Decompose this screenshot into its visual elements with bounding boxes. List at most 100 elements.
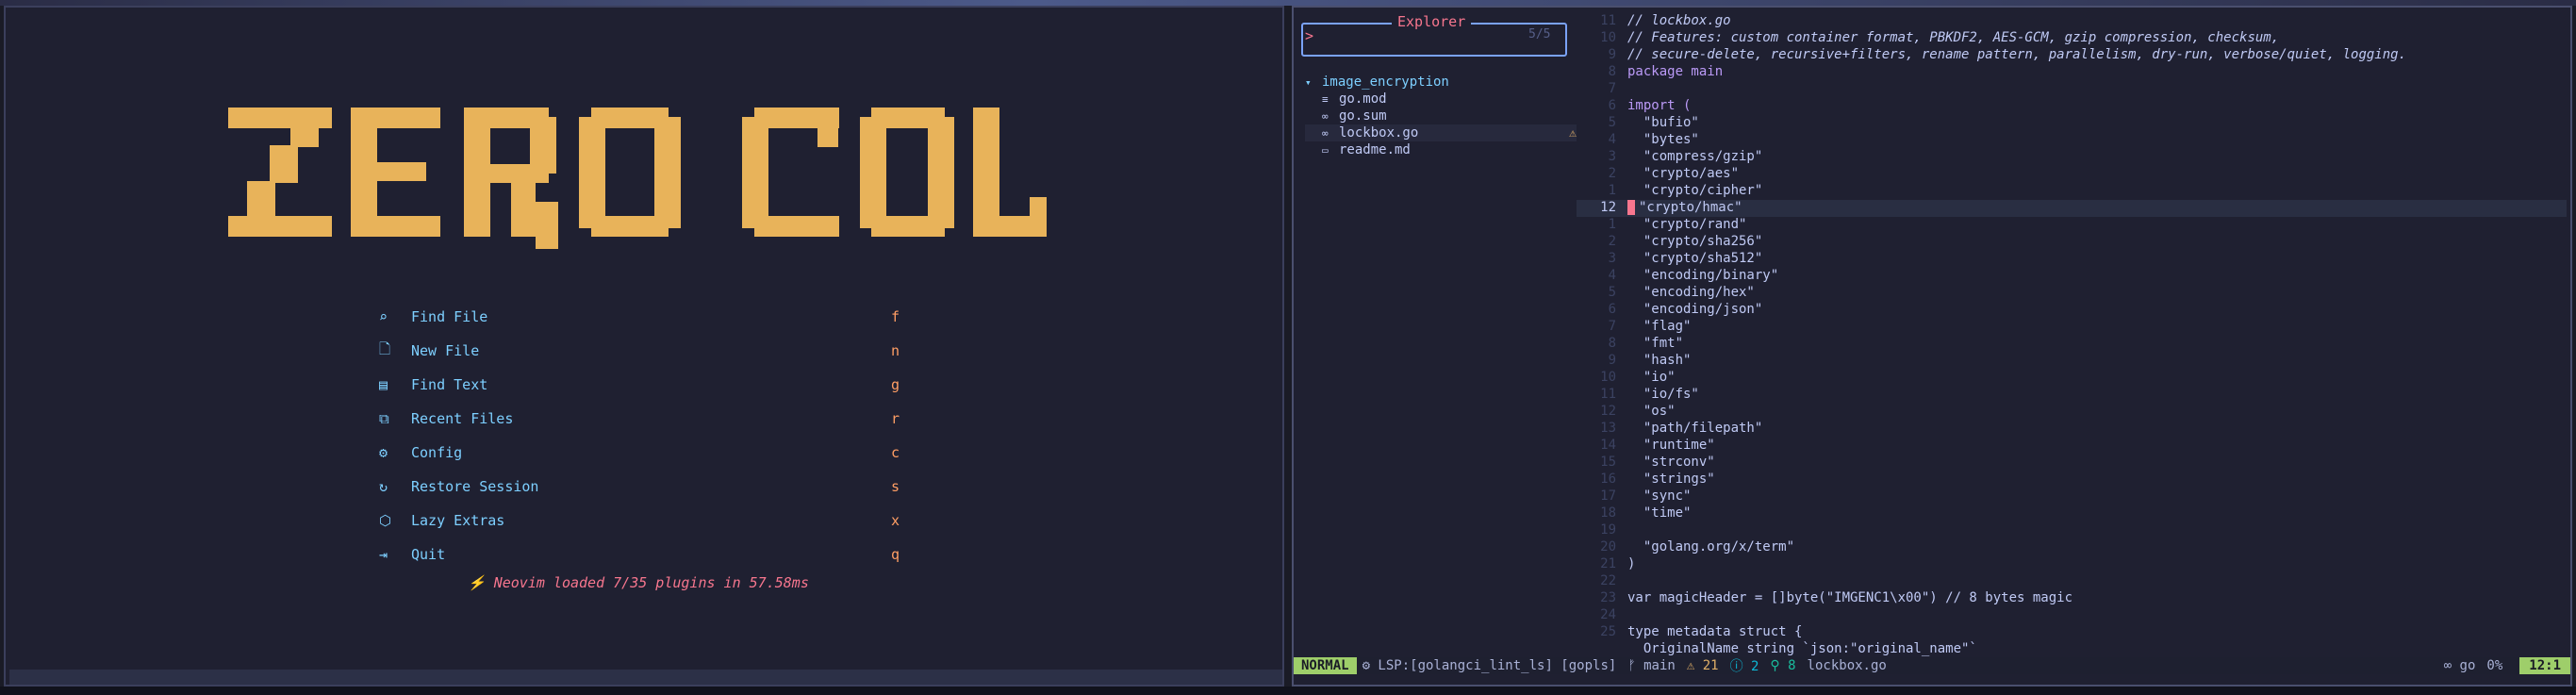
code-line[interactable]: 22 <box>1577 573 2567 590</box>
code-line[interactable]: 24 <box>1577 607 2567 624</box>
search-icon: ⌕ <box>379 308 388 325</box>
line-number: 15 <box>1600 455 1616 470</box>
code-line[interactable]: 6 "encoding/json" <box>1577 302 2567 319</box>
code-line[interactable]: 25 type metadata struct { <box>1577 624 2567 641</box>
code-text: "os" <box>1627 404 1676 419</box>
warning-icon: ⚠ <box>1569 125 1577 141</box>
startup-stats: ⚡ Neovim loaded 7/35 plugins in 57.58ms <box>468 574 809 591</box>
code-line[interactable]: 4 "bytes" <box>1577 132 2567 149</box>
code-line[interactable]: 9 // secure-delete, recursive+filters, re… <box>1577 47 2567 64</box>
code-text: "encoding/hex" <box>1627 285 1755 300</box>
editor-pane[interactable]: Explorer > 5/5 ▾ image_encryption ≡ go.mod ∞… <box>1292 6 2572 687</box>
menu-item-label: Find Text <box>411 376 488 393</box>
code-text: "golang.org/x/term" <box>1627 539 1795 554</box>
code-line[interactable]: 18 "time" <box>1577 505 2567 522</box>
code-text: "bufio" <box>1627 115 1699 130</box>
code-text: "crypto/cipher" <box>1627 183 1763 198</box>
code-line[interactable]: 10 "io" <box>1577 370 2567 387</box>
menu-item-recent-files[interactable]: ⧉ Recent Files r <box>379 405 907 432</box>
code-line[interactable]: 3 "crypto/sha512" <box>1577 251 2567 268</box>
zero-cool-logo <box>228 108 1047 249</box>
line-number: 23 <box>1600 590 1616 605</box>
code-line[interactable]: 8 package main <box>1577 64 2567 81</box>
file-explorer[interactable]: Explorer > 5/5 ▾ image_encryption ≡ go.mod ∞… <box>1297 11 1577 671</box>
line-number: 8 <box>1608 336 1616 351</box>
tree-file[interactable]: ≡ go.mod <box>1305 91 1577 108</box>
code-line[interactable]: 17 "sync" <box>1577 488 2567 505</box>
code-line[interactable]: 5 "encoding/hex" <box>1577 285 2567 302</box>
menu-item-restore-session[interactable]: ↻ Restore Session s <box>379 473 907 500</box>
line-number: 7 <box>1608 81 1616 96</box>
info-count: ⓘ 2 <box>1729 659 1759 674</box>
code-line[interactable]: 7 <box>1577 81 2567 98</box>
code-line[interactable]: 23 var magicHeader = []byte("IMGENC1\x00"… <box>1577 590 2567 607</box>
menu-item-find-file[interactable]: ⌕ Find File f <box>379 304 907 330</box>
menu-item-config[interactable]: ⚙ Config c <box>379 439 907 466</box>
code-text: "strings" <box>1627 472 1715 487</box>
explorer-title: Explorer <box>1392 13 1472 30</box>
code-line[interactable]: 8 "fmt" <box>1577 336 2567 353</box>
menu-item-key: x <box>890 512 900 529</box>
code-line[interactable]: 20 "golang.org/x/term" <box>1577 539 2567 556</box>
code-line[interactable]: 6 import ( <box>1577 98 2567 115</box>
box-icon: ⬡ <box>379 512 392 529</box>
tree-file[interactable]: ∞ lockbox.go ⚠ <box>1305 124 1577 141</box>
tree-item-name: go.mod <box>1339 91 1387 107</box>
line-number: 5 <box>1608 115 1616 130</box>
code-text: "crypto/aes" <box>1627 166 1740 181</box>
tree-file[interactable]: ▭ readme.md <box>1305 141 1577 158</box>
tree-file[interactable]: ∞ go.sum <box>1305 108 1577 124</box>
line-number: 18 <box>1600 505 1616 521</box>
code-line[interactable]: 1 "crypto/rand" <box>1577 217 2567 234</box>
menu-item-find-text[interactable]: ▤ Find Text g <box>379 372 907 398</box>
code-text: "encoding/json" <box>1627 302 1763 317</box>
line-number: 2 <box>1608 234 1616 249</box>
line-number: 3 <box>1608 251 1616 266</box>
menu-item-lazy-extras[interactable]: ⬡ Lazy Extras x <box>379 507 907 534</box>
line-number: 9 <box>1608 353 1616 368</box>
code-line[interactable]: 11 "io/fs" <box>1577 387 2567 404</box>
quit-icon: ⇥ <box>379 546 388 563</box>
code-text: "bytes" <box>1627 132 1699 147</box>
code-line[interactable]: 10 // Features: custom container format, … <box>1577 30 2567 47</box>
code-line[interactable]: 7 "flag" <box>1577 319 2567 336</box>
menu-item-quit[interactable]: ⇥ Quit q <box>379 541 907 568</box>
code-line[interactable]: 16 "strings" <box>1577 472 2567 488</box>
line-number: 21 <box>1600 556 1616 571</box>
tree-item-name: readme.md <box>1339 142 1411 157</box>
code-line[interactable]: 21) <box>1577 556 2567 573</box>
file-icon: ∞ <box>1322 126 1329 140</box>
code-line[interactable]: 1 "crypto/cipher" <box>1577 183 2567 200</box>
menu-item-label: Lazy Extras <box>411 512 505 529</box>
line-number: 17 <box>1600 488 1616 504</box>
code-line[interactable]: 12 "os" <box>1577 404 2567 421</box>
code-line[interactable]: 13 "path/filepath" <box>1577 421 2567 438</box>
cursor-position: 12:1 <box>2519 657 2570 674</box>
line-number: 6 <box>1608 302 1616 317</box>
find-text-icon: ▤ <box>379 376 388 393</box>
dashboard-pane[interactable]: ⌕ Find File f 🗋 New File n ▤ Find Text g ⧉ Recent … <box>4 6 1284 687</box>
code-line[interactable]: 4 "encoding/binary" <box>1577 268 2567 285</box>
code-text: var magicHeader = []byte("IMGENC1\x00") … <box>1627 590 2073 605</box>
code-line[interactable]: 14 "runtime" <box>1577 438 2567 455</box>
line-number: 13 <box>1600 421 1616 436</box>
code-text: "strconv" <box>1627 455 1715 470</box>
menu-item-key: r <box>890 410 900 427</box>
menu-item-new-file[interactable]: 🗋 New File n <box>379 338 907 364</box>
bottom-border <box>0 687 2576 695</box>
tree-folder[interactable]: ▾ image_encryption <box>1305 74 1560 91</box>
code-line[interactable]: 19 <box>1577 522 2567 539</box>
line-number: 4 <box>1608 268 1616 283</box>
mode-indicator: NORMAL <box>1294 657 1357 674</box>
code-line[interactable]: 3 "compress/gzip" <box>1577 149 2567 166</box>
code-line[interactable]: 2 "crypto/aes" <box>1577 166 2567 183</box>
tree-item-name: image_encryption <box>1322 74 1449 90</box>
menu-item-label: Config <box>411 444 463 461</box>
code-line[interactable]: 9 "hash" <box>1577 353 2567 370</box>
cursor-marker <box>1627 200 1635 215</box>
code-line[interactable]: 5 "bufio" <box>1577 115 2567 132</box>
code-line[interactable]: 15 "strconv" <box>1577 455 2567 472</box>
code-line[interactable]: 2 "crypto/sha256" <box>1577 234 2567 251</box>
code-line[interactable]: 12 "crypto/hmac" <box>1577 200 2567 217</box>
code-line[interactable]: 11 // lockbox.go <box>1577 13 2567 30</box>
